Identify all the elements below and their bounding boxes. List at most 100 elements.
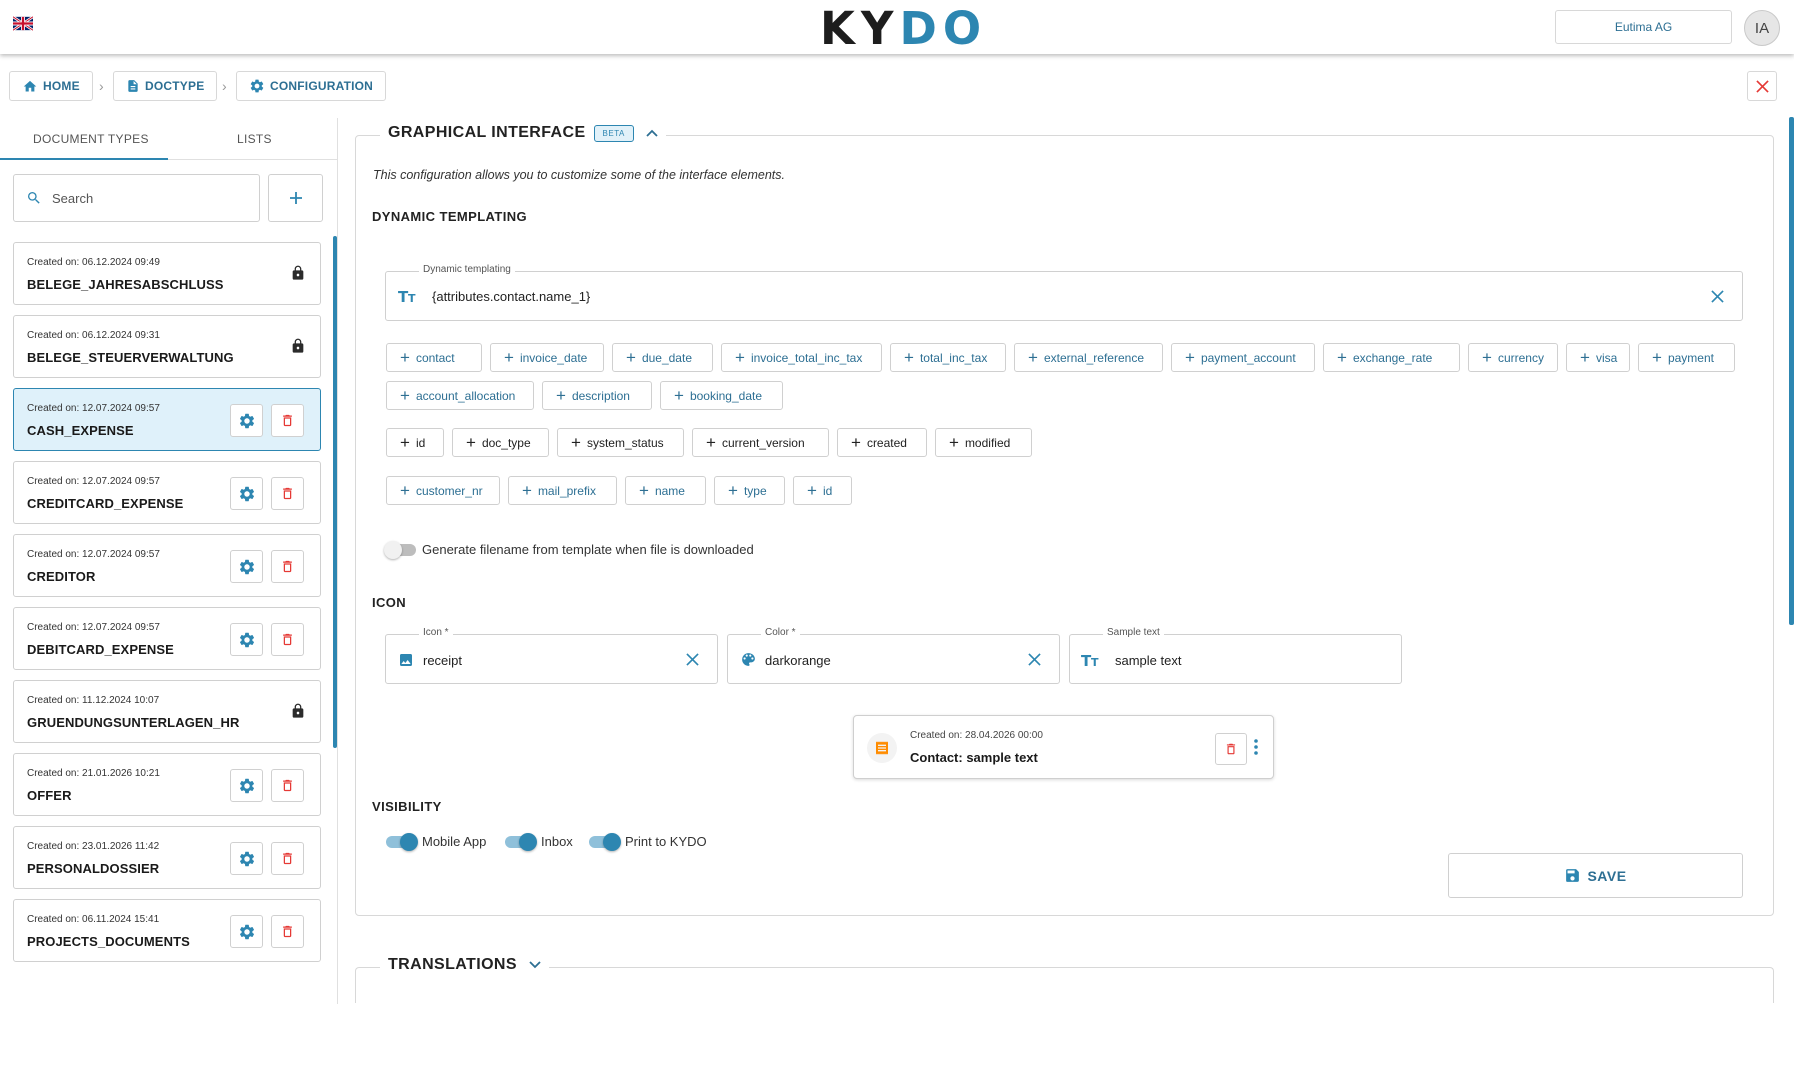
tab-lists[interactable]: LISTS (237, 132, 272, 146)
clear-icon[interactable] (1028, 653, 1041, 666)
created-date: Created on: 23.01.2026 11:42 (27, 841, 160, 852)
configure-button[interactable] (230, 404, 263, 437)
chip-due-date[interactable]: + due_date (612, 343, 713, 372)
chip-label: exchange_rate (1352, 350, 1433, 365)
chip-doc-type[interactable]: + doc_type (452, 428, 549, 457)
breadcrumb-doctype[interactable]: DOCTYPE (113, 71, 218, 101)
delete-button[interactable] (271, 842, 304, 875)
dynamic-templating-field[interactable]: Dynamic templating TT {attributes.contac… (385, 264, 1743, 321)
main-scrollbar[interactable] (1789, 117, 1794, 625)
list-item[interactable]: Created on: 12.07.2024 09:57 CREDITCARD_… (13, 461, 321, 524)
icon-field[interactable]: Icon * receipt (385, 627, 718, 684)
chip-currency[interactable]: + currency (1468, 343, 1558, 372)
print-to-kydo-toggle[interactable] (589, 833, 621, 851)
chevron-down-icon[interactable] (529, 961, 541, 969)
chip-description[interactable]: + description (542, 381, 652, 410)
chip-contact[interactable]: + contact (386, 343, 482, 372)
plus-icon: + (1337, 348, 1347, 367)
list-item[interactable]: Created on: 06.12.2024 09:49 BELEGE_JAHR… (13, 242, 321, 305)
chip-visa[interactable]: + visa (1566, 343, 1630, 372)
translations-header[interactable]: TRANSLATIONS (380, 956, 549, 974)
chip-id[interactable]: + id (793, 476, 852, 505)
chip-current-version[interactable]: + current_version (692, 428, 829, 457)
configure-button[interactable] (230, 623, 263, 656)
chip-external-reference[interactable]: + external_reference (1014, 343, 1163, 372)
more-vertical-icon[interactable] (1253, 738, 1259, 756)
chip-payment-account[interactable]: + payment_account (1171, 343, 1315, 372)
configure-button[interactable] (230, 842, 263, 875)
clear-icon[interactable] (686, 653, 699, 666)
save-button[interactable]: SAVE (1448, 853, 1743, 898)
inbox-toggle[interactable] (505, 833, 537, 851)
close-button[interactable] (1747, 71, 1777, 101)
chip-label: payment (1667, 350, 1714, 365)
delete-button[interactable] (271, 477, 304, 510)
plus-icon: + (674, 386, 684, 405)
created-date: Created on: 06.12.2024 09:31 (27, 330, 160, 341)
dynamic-templating-heading: DYNAMIC TEMPLATING (372, 209, 528, 224)
doctype-name: PERSONALDOSSIER (27, 861, 160, 876)
color-field[interactable]: Color * darkorange (727, 627, 1060, 684)
list-item[interactable]: Created on: 21.01.2026 10:21 OFFER (13, 753, 321, 816)
graphical-interface-header[interactable]: GRAPHICAL INTERFACE BETA (380, 124, 666, 142)
plus-icon: + (400, 386, 410, 405)
breadcrumb-configuration[interactable]: CONFIGURATION (236, 71, 387, 101)
chip-payment[interactable]: + payment (1638, 343, 1735, 372)
breadcrumb-home[interactable]: HOME (9, 71, 93, 101)
delete-button[interactable] (271, 769, 304, 802)
uk-flag-icon[interactable] (13, 16, 33, 31)
chip-system-status[interactable]: + system_status (557, 428, 684, 457)
chip-invoice-date[interactable]: + invoice_date (490, 343, 604, 372)
chip-total-inc-tax[interactable]: + total_inc_tax (890, 343, 1006, 372)
list-item[interactable]: Created on: 11.12.2024 10:07 GRUENDUNGSU… (13, 680, 321, 743)
delete-button[interactable] (271, 404, 304, 437)
configure-button[interactable] (230, 915, 263, 948)
delete-button[interactable] (271, 915, 304, 948)
list-item[interactable]: Created on: 12.07.2024 09:57 CREDITOR (13, 534, 321, 597)
graphical-interface-panel (355, 135, 1774, 916)
chip-account-allocation[interactable]: + account_allocation (386, 381, 534, 410)
text-format-icon: TT (398, 288, 416, 304)
list-item[interactable]: Created on: 23.01.2026 11:42 PERSONALDOS… (13, 826, 321, 889)
delete-button[interactable] (271, 550, 304, 583)
clear-icon[interactable] (1711, 290, 1724, 303)
chip-type[interactable]: + type (714, 476, 785, 505)
list-item-selected[interactable]: Created on: 12.07.2024 09:57 CASH_EXPENS… (13, 388, 321, 451)
list-item[interactable]: Created on: 06.11.2024 15:41 PROJECTS_DO… (13, 899, 321, 962)
plus-icon: + (904, 348, 914, 367)
plus-icon: + (851, 433, 861, 452)
generate-filename-label: Generate filename from template when fil… (422, 542, 754, 557)
avatar[interactable]: IA (1744, 10, 1780, 46)
chip-booking-date[interactable]: + booking_date (660, 381, 783, 410)
chip-name[interactable]: + name (625, 476, 706, 505)
sidebar-scrollbar[interactable] (333, 236, 337, 748)
delete-button[interactable] (271, 623, 304, 656)
plus-icon: + (706, 433, 716, 452)
chip-id[interactable]: + id (386, 428, 444, 457)
chip-created[interactable]: + created (837, 428, 927, 457)
chip-mail-prefix[interactable]: + mail_prefix (508, 476, 617, 505)
list-item[interactable]: Created on: 12.07.2024 09:57 DEBITCARD_E… (13, 607, 321, 670)
chip-exchange-rate[interactable]: + exchange_rate (1323, 343, 1460, 372)
chip-invoice-total-inc-tax[interactable]: + invoice_total_inc_tax (721, 343, 882, 372)
chip-label: invoice_total_inc_tax (750, 350, 863, 365)
mobile-app-toggle[interactable] (386, 833, 418, 851)
chip-modified[interactable]: + modified (935, 428, 1032, 457)
list-item[interactable]: Created on: 06.12.2024 09:31 BELEGE_STEU… (13, 315, 321, 378)
chevron-up-icon[interactable] (646, 129, 658, 137)
preview-delete-button[interactable] (1215, 733, 1247, 765)
configure-button[interactable] (230, 477, 263, 510)
add-doctype-button[interactable] (268, 174, 323, 222)
tab-document-types[interactable]: DOCUMENT TYPES (33, 132, 149, 146)
search-input[interactable]: Search (13, 174, 260, 222)
gear-icon (239, 632, 254, 647)
plus-icon: + (522, 481, 532, 500)
chip-label: customer_nr (415, 483, 483, 498)
configure-button[interactable] (230, 550, 263, 583)
generate-filename-toggle[interactable] (384, 541, 416, 559)
company-button[interactable]: Eutima AG (1555, 10, 1732, 44)
sample-text-field[interactable]: Sample text TT sample text (1069, 627, 1402, 684)
configure-button[interactable] (230, 769, 263, 802)
chip-customer-nr[interactable]: + customer_nr (386, 476, 500, 505)
created-date: Created on: 21.01.2026 10:21 (27, 768, 160, 779)
